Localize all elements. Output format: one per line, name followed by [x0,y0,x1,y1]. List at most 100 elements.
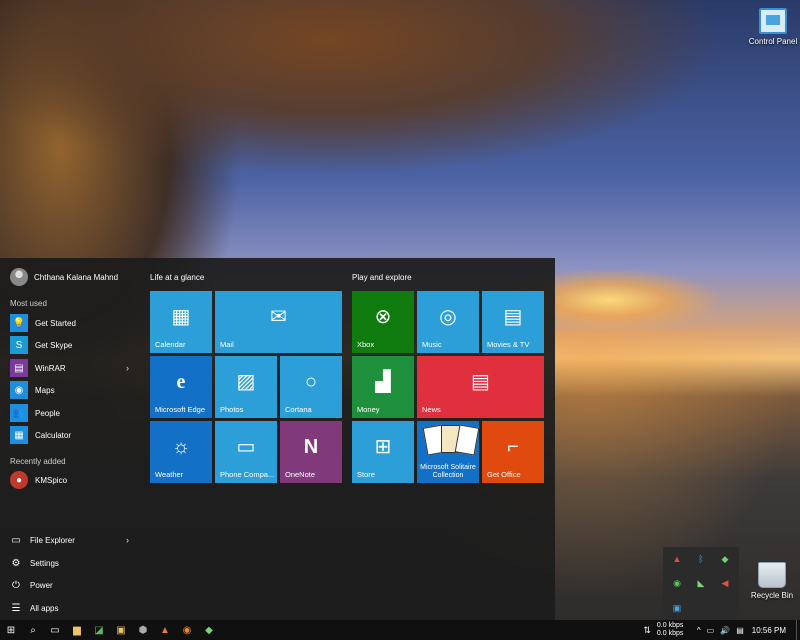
firefox-icon[interactable]: ◉ [176,620,198,640]
tile-store[interactable]: ⊞ Store [352,421,414,483]
app-maps[interactable]: ◉ Maps [10,380,135,400]
app-get-started[interactable]: 💡 Get Started [10,313,135,333]
avatar [10,268,28,286]
edge-icon: e [176,371,186,394]
tile-label: Store [357,470,375,479]
tile-onenote[interactable]: N OneNote [280,421,342,483]
tray-app-icon[interactable]: ▲ [671,553,683,565]
control-panel-label: Control Panel [748,37,798,46]
start-menu: Chthana Kalana Mahnd Most used 💡 Get Sta… [0,258,555,620]
file-explorer-label: File Explorer [30,535,75,545]
chevron-right-icon[interactable]: › [126,363,129,373]
tile-label: Phone Compa... [220,470,275,479]
sun-icon: ☼ [171,436,191,459]
user-name: Chthana Kalana Mahnd [34,272,119,282]
chrome-tray-icon[interactable]: ◉ [671,577,683,589]
task-view-icon[interactable]: ▭ [44,620,66,640]
folder-icon: ▭ [11,534,21,546]
taskbar-app-icon[interactable]: ◪ [88,620,110,640]
app-people[interactable]: 👥 People [10,403,135,423]
notifications-icon[interactable]: ▤ [736,626,744,635]
tile-calendar[interactable]: ▦ Calendar [150,291,212,353]
show-desktop-button[interactable] [796,620,800,640]
tile-label: Calendar [155,340,186,349]
kmspico-icon: ● [10,471,28,489]
photo-icon: ▨ [236,371,256,394]
tile-label: Cortana [285,405,312,414]
app-winrar[interactable]: ▤ WinRAR › [10,358,135,378]
taskbar-app-icon[interactable]: ⬢ [132,620,154,640]
tile-photos[interactable]: ▨ Photos [215,356,277,418]
recycle-bin-label: Recycle Bin [750,591,794,600]
start-left-column: Chthana Kalana Mahnd Most used 💡 Get Sta… [0,258,140,620]
playing-card-icon [454,424,480,456]
tile-movies-tv[interactable]: ▤ Movies & TV [482,291,544,353]
tile-get-office[interactable]: ⌐ Get Office [482,421,544,483]
tile-weather[interactable]: ☼ Weather [150,421,212,483]
tile-label: OneNote [285,470,316,479]
app-label: WinRAR [35,363,66,373]
xbox-icon: ⊗ [374,306,392,329]
tile-news[interactable]: ▤ News [417,356,544,418]
file-explorer-taskbar-icon[interactable]: ▆ [66,620,88,640]
tile-xbox[interactable]: ⊗ Xbox [352,291,414,353]
network-speed: 0.0 kbps 0.0 kbps [657,622,691,638]
network-icon[interactable]: ▭ [707,626,715,635]
tile-cortana[interactable]: ○ Cortana [280,356,342,418]
tile-label: Microsoft Solitaire Collection [420,464,476,479]
tile-solitaire[interactable]: Microsoft Solitaire Collection [417,421,480,483]
system-tray: ⇅ 0.0 kbps 0.0 kbps ^ ▭ 🔊 ▤ 10:56 PM [643,620,800,640]
settings-item[interactable]: ⚙ Settings [10,554,135,572]
chevron-up-icon[interactable]: ^ [697,626,701,635]
tray-app-icon[interactable]: ▣ [671,602,683,614]
power-icon: ⏻ [12,579,20,591]
app-get-skype[interactable]: S Get Skype [10,335,135,355]
control-panel-desktop-icon[interactable]: Control Panel [745,8,800,46]
all-apps-item[interactable]: ☰ All apps [10,599,135,617]
winrar-icon: ▤ [10,359,28,377]
tile-edge[interactable]: e Microsoft Edge [150,356,212,418]
network-up-speed: 0.0 kbps [656,622,684,629]
maps-icon: ◉ [10,381,28,399]
start-button-windows-icon[interactable]: ⊞ [0,620,22,640]
taskbar-app-icon[interactable]: ▣ [110,620,132,640]
onenote-icon: N [303,436,319,459]
tile-phone-companion[interactable]: ▭ Phone Compa... [215,421,277,483]
chevron-right-icon[interactable]: › [126,535,129,545]
volume-icon[interactable]: 🔊 [720,626,730,635]
tile-mail[interactable]: ✉ Mail [215,291,342,353]
recycle-bin-desktop-icon[interactable]: Recycle Bin [744,562,800,600]
calendar-icon: ▦ [171,306,191,329]
all-apps-icon: ☰ [11,602,21,614]
phone-companion-icon: ▭ [236,436,256,459]
tile-label: News [422,405,441,414]
tray-app-icon[interactable]: ◆ [719,553,731,565]
taskbar-app-icon[interactable]: ◆ [198,620,220,640]
tray-app-icon[interactable]: ◀ [719,577,731,589]
group-header-play[interactable]: Play and explore [352,273,412,282]
clock[interactable]: 10:56 PM [752,626,786,635]
app-label: Calculator [35,430,72,440]
tile-label: Xbox [357,340,375,349]
app-kmspico[interactable]: ● KMSpico [10,470,135,490]
office-icon: ⌐ [507,436,519,459]
tray-overflow-popup: ▲ ᛒ ◆ ◉ ◣ ◀ ▣ [663,547,739,620]
tile-label: Movies & TV [487,340,530,349]
user-account[interactable]: Chthana Kalana Mahnd [10,268,118,286]
tray-app-icon[interactable]: ◣ [695,577,707,589]
tile-music[interactable]: ◎ Music [417,291,479,353]
app-calculator[interactable]: ▦ Calculator [10,425,135,445]
tile-money[interactable]: ▟ Money [352,356,414,418]
skype-icon: S [10,336,28,354]
taskbar-app-icon[interactable]: ▲ [154,620,176,640]
app-label: People [35,408,60,418]
file-explorer-item[interactable]: ▭ File Explorer › [10,531,135,549]
search-icon[interactable]: ⌕ [22,620,44,640]
lightbulb-icon: 💡 [10,314,28,332]
tile-label: Music [422,340,442,349]
group-header-life[interactable]: Life at a glance [150,273,204,282]
control-panel-icon [759,8,787,34]
power-label: Power [30,580,53,590]
power-item[interactable]: ⏻ Power [10,576,135,594]
bluetooth-icon[interactable]: ᛒ [695,553,707,565]
